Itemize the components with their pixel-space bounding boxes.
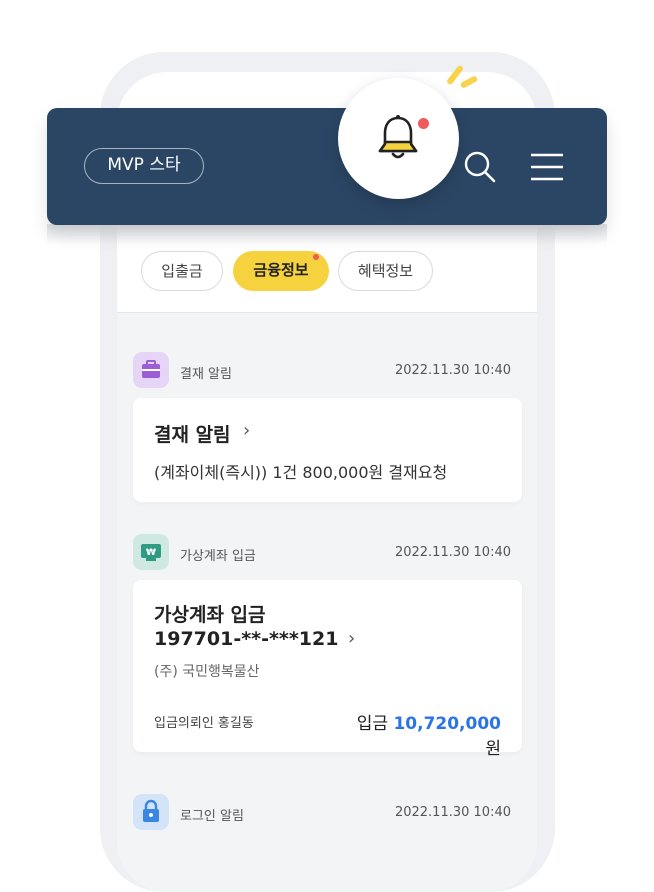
- new-badge-dot: [313, 254, 319, 260]
- mvp-star-chip[interactable]: MVP 스타: [84, 148, 204, 184]
- tab-label: 금융정보: [253, 261, 309, 279]
- depositor-name: 입금의뢰인 홍길동: [154, 716, 254, 731]
- approval-notification-card[interactable]: 결재 알림 › (계좌이체(즉시)) 1건 800,000원 결재요청: [133, 398, 522, 502]
- deposit-amount: 입금 10,720,000 원: [351, 709, 501, 759]
- svg-text:₩: ₩: [146, 548, 156, 558]
- section-time: 2022.11.30 10:40: [394, 363, 511, 378]
- tab-label: 혜택정보: [357, 262, 414, 280]
- section-category-label: 결재 알림: [180, 367, 232, 382]
- briefcase-icon: [133, 352, 169, 388]
- company-name: (주) 국민행복물산: [154, 664, 260, 680]
- amount-unit: 원: [485, 739, 501, 759]
- amount-prefix: 입금: [356, 714, 389, 734]
- chevron-right-icon: ›: [243, 420, 251, 441]
- tab-deposit-withdrawal[interactable]: 입출금: [141, 251, 223, 291]
- lock-icon: [133, 794, 169, 830]
- amount-value: 10,720,000: [393, 714, 501, 734]
- notification-bell-button[interactable]: [338, 78, 459, 199]
- tab-benefit-info[interactable]: 혜택정보: [338, 251, 433, 291]
- section-category-label: 로그인 알림: [180, 809, 244, 824]
- card-description: (계좌이체(즉시)) 1건 800,000원 결재요청: [154, 463, 448, 482]
- virtual-account-icon: ₩: [133, 534, 169, 570]
- tab-label: 입출금: [161, 262, 203, 280]
- hamburger-menu-icon: [531, 153, 563, 181]
- tabs-divider: [117, 312, 537, 313]
- chevron-right-icon: ›: [348, 628, 356, 649]
- virtual-account-card[interactable]: 가상계좌 입금 197701-**-***121 › (주) 국민행복물산 입금…: [133, 580, 522, 759]
- new-alert-dot: [418, 118, 429, 129]
- search-icon: [464, 151, 496, 183]
- app-header: MVP 스타: [47, 108, 607, 225]
- section-time: 2022.11.30 10:40: [394, 805, 511, 820]
- section-time: 2022.11.30 10:40: [394, 545, 511, 560]
- tab-financial-info[interactable]: 금융정보: [233, 251, 329, 291]
- card-title: 결재 알림: [154, 424, 231, 446]
- account-number: 197701-**-***121: [154, 628, 339, 650]
- bell-icon: [378, 115, 418, 159]
- card-title: 가상계좌 입금: [154, 604, 266, 626]
- search-button[interactable]: [463, 150, 497, 184]
- menu-button[interactable]: [530, 152, 564, 182]
- header-shadow: [47, 224, 607, 244]
- section-category-label: 가상계좌 입금: [180, 549, 256, 564]
